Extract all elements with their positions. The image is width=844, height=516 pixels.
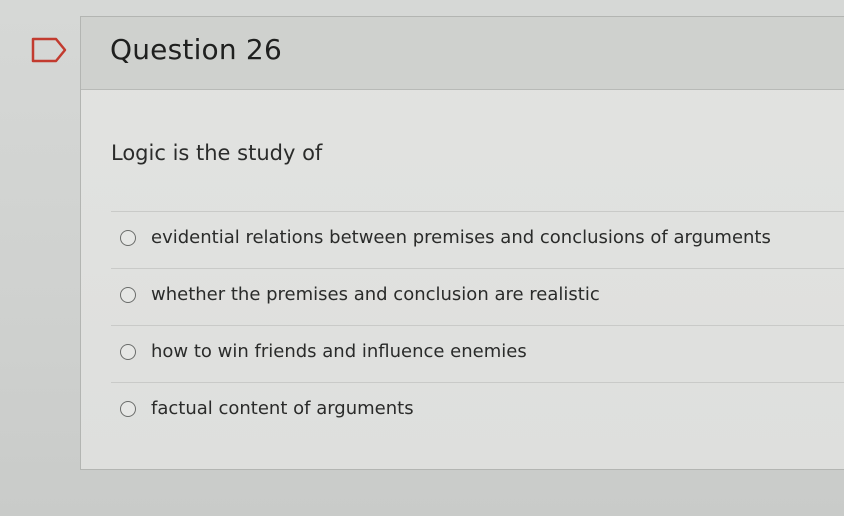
answer-list: evidential relations between premises an… xyxy=(111,211,844,439)
radio-button-icon[interactable] xyxy=(120,401,136,417)
answer-option[interactable]: evidential relations between premises an… xyxy=(111,211,844,268)
answer-label[interactable]: factual content of arguments xyxy=(151,398,414,419)
quiz-page: Question 26 Logic is the study of eviden… xyxy=(0,0,844,516)
radio-button-icon[interactable] xyxy=(120,287,136,303)
answer-option[interactable]: factual content of arguments xyxy=(111,382,844,439)
question-title: Question 26 xyxy=(110,33,282,66)
question-prompt: Logic is the study of xyxy=(111,141,323,165)
answer-option[interactable]: whether the premises and conclusion are … xyxy=(111,268,844,325)
answer-label[interactable]: whether the premises and conclusion are … xyxy=(151,284,600,305)
question-card: Question 26 Logic is the study of eviden… xyxy=(80,16,844,470)
flag-question-icon[interactable] xyxy=(30,36,68,64)
radio-button-icon[interactable] xyxy=(120,230,136,246)
answer-label[interactable]: evidential relations between premises an… xyxy=(151,227,771,248)
answer-option[interactable]: how to win friends and influence enemies xyxy=(111,325,844,382)
answer-label[interactable]: how to win friends and influence enemies xyxy=(151,341,527,362)
radio-button-icon[interactable] xyxy=(120,344,136,360)
question-header: Question 26 xyxy=(81,17,844,90)
